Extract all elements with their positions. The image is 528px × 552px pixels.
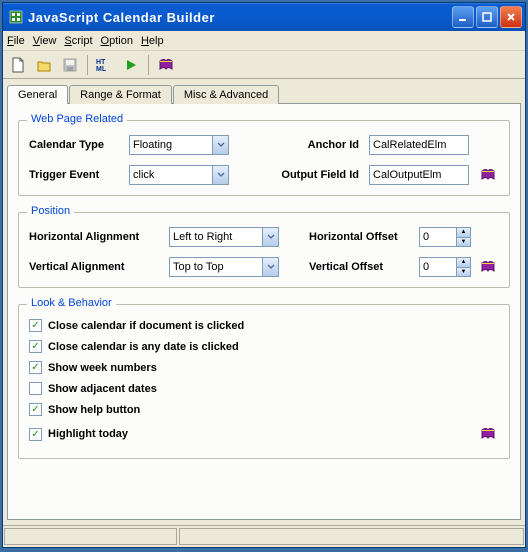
toolbar: HTML (3, 51, 525, 79)
help-book-icon[interactable] (477, 257, 499, 277)
spinner-down-icon[interactable]: ▼ (457, 238, 470, 247)
close-doc-label: Close calendar if document is clicked (48, 320, 244, 332)
statusbar (3, 525, 525, 547)
web-page-related-group: Web Page Related Calendar Type Floating … (18, 120, 510, 196)
app-icon (8, 9, 24, 25)
close-button[interactable] (500, 6, 522, 28)
help-book-icon[interactable] (155, 54, 177, 76)
output-field-id-label: Output Field Id (269, 169, 369, 181)
spinner-up-icon[interactable]: ▲ (457, 228, 470, 238)
v-align-value: Top to Top (170, 261, 227, 273)
v-offset-spinner[interactable]: 0 ▲ ▼ (419, 257, 471, 277)
v-offset-label: Vertical Offset (309, 261, 419, 273)
tabs: General Range & Format Misc & Advanced (3, 79, 525, 104)
week-nums-label: Show week numbers (48, 362, 157, 374)
trigger-event-select[interactable]: click (129, 165, 229, 185)
h-offset-spinner[interactable]: 0 ▲ ▼ (419, 227, 471, 247)
h-offset-value: 0 (420, 228, 456, 246)
group-legend: Look & Behavior (27, 297, 116, 309)
adjacent-checkbox[interactable] (29, 382, 42, 395)
svg-text:ML: ML (96, 66, 107, 73)
html-icon[interactable]: HTML (94, 54, 116, 76)
window-title: JavaScript Calendar Builder (28, 10, 452, 25)
highlight-checkbox[interactable]: ✓ (29, 428, 42, 441)
v-offset-value: 0 (420, 258, 456, 276)
trigger-event-label: Trigger Event (29, 169, 129, 181)
menu-help[interactable]: Help (141, 35, 164, 47)
h-align-label: Horizontal Alignment (29, 231, 169, 243)
chevron-down-icon (262, 228, 278, 246)
anchor-id-input[interactable] (369, 135, 469, 155)
svg-text:HT: HT (96, 59, 106, 66)
menubar: File View Script Option Help (3, 31, 525, 51)
toolbar-separator (148, 55, 149, 75)
spinner-down-icon[interactable]: ▼ (457, 268, 470, 277)
tab-misc-advanced[interactable]: Misc & Advanced (173, 85, 279, 104)
look-behavior-group: Look & Behavior ✓ Close calendar if docu… (18, 304, 510, 459)
close-date-label: Close calendar is any date is clicked (48, 341, 239, 353)
group-legend: Position (27, 205, 74, 217)
menu-file[interactable]: File (7, 35, 25, 47)
help-book-icon[interactable] (477, 165, 499, 185)
titlebar: JavaScript Calendar Builder (3, 3, 525, 31)
status-cell (4, 528, 177, 545)
v-align-select[interactable]: Top to Top (169, 257, 279, 277)
chevron-down-icon (212, 136, 228, 154)
status-cell (179, 528, 524, 545)
chevron-down-icon (212, 166, 228, 184)
open-file-icon[interactable] (33, 54, 55, 76)
menu-option[interactable]: Option (101, 35, 133, 47)
trigger-event-value: click (130, 169, 157, 181)
minimize-button[interactable] (452, 6, 474, 28)
anchor-id-label: Anchor Id (269, 139, 369, 151)
adjacent-label: Show adjacent dates (48, 383, 157, 395)
calendar-type-value: Floating (130, 139, 175, 151)
chevron-down-icon (262, 258, 278, 276)
h-align-value: Left to Right (170, 231, 235, 243)
output-field-id-input[interactable] (369, 165, 469, 185)
position-group: Position Horizontal Alignment Left to Ri… (18, 212, 510, 288)
calendar-type-select[interactable]: Floating (129, 135, 229, 155)
close-doc-checkbox[interactable]: ✓ (29, 319, 42, 332)
v-align-label: Vertical Alignment (29, 261, 169, 273)
maximize-button[interactable] (476, 6, 498, 28)
app-window: JavaScript Calendar Builder File View Sc… (2, 2, 526, 548)
h-offset-label: Horizontal Offset (309, 231, 419, 243)
h-align-select[interactable]: Left to Right (169, 227, 279, 247)
menu-view[interactable]: View (33, 35, 57, 47)
run-icon[interactable] (120, 54, 142, 76)
tab-range-format[interactable]: Range & Format (69, 85, 172, 104)
tab-general[interactable]: General (7, 85, 68, 104)
new-file-icon[interactable] (7, 54, 29, 76)
spinner-up-icon[interactable]: ▲ (457, 258, 470, 268)
week-nums-checkbox[interactable]: ✓ (29, 361, 42, 374)
highlight-label: Highlight today (48, 428, 128, 440)
help-book-icon[interactable] (477, 424, 499, 444)
help-btn-label: Show help button (48, 404, 140, 416)
menu-script[interactable]: Script (64, 35, 92, 47)
close-date-checkbox[interactable]: ✓ (29, 340, 42, 353)
toolbar-separator (87, 55, 88, 75)
group-legend: Web Page Related (27, 113, 127, 125)
tab-panel-general: Web Page Related Calendar Type Floating … (7, 103, 521, 520)
help-btn-checkbox[interactable]: ✓ (29, 403, 42, 416)
calendar-type-label: Calendar Type (29, 139, 129, 151)
save-file-icon[interactable] (59, 54, 81, 76)
